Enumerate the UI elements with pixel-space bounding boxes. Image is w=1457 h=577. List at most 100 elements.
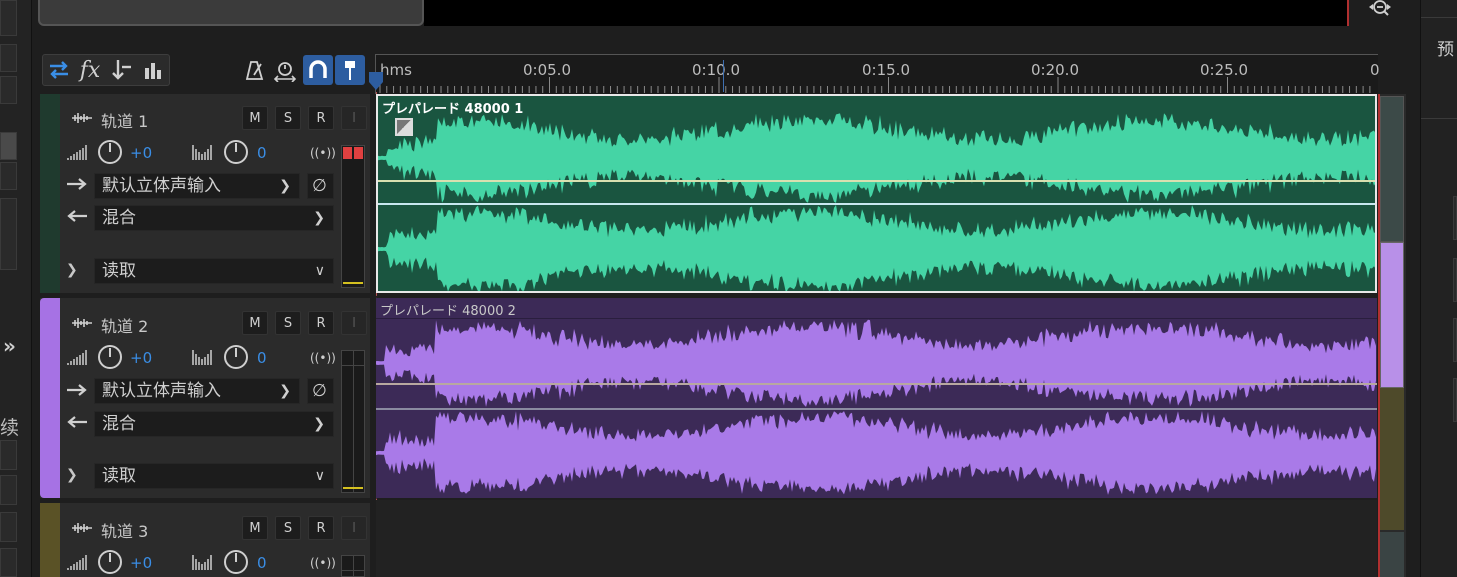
volume-envelope-line[interactable] [378, 180, 1375, 182]
pan-icon [192, 145, 212, 160]
input-output-button[interactable] [107, 55, 137, 85]
snap-magnet-button[interactable] [303, 55, 333, 85]
left-panel-item[interactable] [0, 76, 17, 104]
output-arrow-icon [67, 210, 87, 222]
solo-button[interactable]: S [275, 311, 301, 335]
waveform-shape [376, 411, 1376, 495]
automation-mode-select[interactable]: 读取 ∨ [94, 463, 334, 489]
track-name[interactable]: 轨道 3 [101, 518, 148, 542]
expand-chevron-icon[interactable]: ❯ [66, 262, 78, 278]
effects-button[interactable]: fx [75, 55, 105, 85]
left-panel-item[interactable] [0, 44, 17, 72]
mute-button[interactable]: M [242, 516, 268, 540]
output-select[interactable]: 混合 ❯ [94, 205, 334, 231]
waveform-shape [378, 205, 1375, 291]
invert-phase-button[interactable]: ∅ [307, 378, 334, 404]
presets-label: 预 [1437, 40, 1454, 60]
volume-knob[interactable] [98, 550, 122, 574]
pan-knob[interactable] [224, 140, 248, 164]
right-panel [1420, 0, 1457, 577]
left-panel-item[interactable] [0, 548, 17, 577]
input-select-value: 默认立体声输入 [102, 176, 221, 196]
waveform-left-channel [378, 113, 1375, 203]
marker-pin-button[interactable] [335, 55, 365, 85]
record-arm-button[interactable]: R [308, 106, 334, 130]
broadcast-icon[interactable]: ((•)) [310, 146, 336, 160]
input-monitor-button[interactable]: I [341, 516, 367, 540]
expand-chevron-icon[interactable]: ❯ [66, 467, 78, 483]
record-arm-button[interactable]: R [308, 516, 334, 540]
timeline-end-marker [1378, 94, 1380, 577]
pan-value[interactable]: 0 [257, 554, 267, 572]
left-panel-item[interactable] [0, 0, 17, 36]
metronome-icon [245, 61, 264, 80]
input-monitor-button[interactable]: I [341, 106, 367, 130]
track-color-strip[interactable] [40, 94, 60, 293]
metronome-button[interactable] [240, 55, 270, 85]
track-name[interactable]: 轨道 2 [101, 313, 148, 337]
scroll-thumb[interactable] [1380, 242, 1404, 388]
fx-icon: fx [79, 57, 101, 83]
left-panel-item[interactable] [0, 512, 17, 542]
track-color-strip[interactable] [40, 503, 60, 577]
left-panel-item[interactable] [0, 162, 17, 190]
pan-knob[interactable] [224, 345, 248, 369]
left-panel-item-selected[interactable] [0, 132, 17, 160]
input-select[interactable]: 默认立体声输入 ❯ [94, 378, 300, 404]
mute-button[interactable]: M [242, 311, 268, 335]
automation-mode-select[interactable]: 读取 ∨ [94, 258, 334, 284]
output-select[interactable]: 混合 ❯ [94, 411, 334, 437]
audio-clip-2[interactable]: プレパレード 48000 2 [376, 298, 1377, 498]
solo-button[interactable]: S [275, 106, 301, 130]
pan-knob[interactable] [224, 550, 248, 574]
pan-value[interactable]: 0 [257, 349, 267, 367]
pan-icon [192, 555, 212, 570]
left-panel-item[interactable] [0, 475, 17, 505]
track-level-meter [341, 145, 365, 288]
input-arrow-icon [67, 384, 87, 396]
track-name[interactable]: 轨道 1 [101, 108, 148, 132]
meter-view-button[interactable] [138, 55, 168, 85]
audio-clip-1[interactable]: プレパレード 48000 1 [376, 94, 1377, 293]
automation-mode-value: 读取 [102, 466, 136, 486]
overview-waveform-area[interactable] [424, 0, 1348, 26]
pan-icon [192, 350, 212, 365]
waveform-shape [378, 113, 1375, 203]
broadcast-icon[interactable]: ((•)) [310, 556, 336, 570]
volume-knob[interactable] [98, 345, 122, 369]
track-color-strip[interactable] [40, 298, 60, 498]
magnet-icon [309, 60, 327, 78]
waveform-track-icon [72, 113, 92, 123]
input-monitor-button[interactable]: I [341, 311, 367, 335]
volume-knob[interactable] [98, 140, 122, 164]
playhead-handle-icon[interactable] [368, 72, 384, 92]
switch-arrows-icon [50, 61, 68, 79]
volume-value[interactable]: +0 [130, 144, 152, 162]
waveform-track-icon [72, 318, 92, 328]
empty-track-lane[interactable] [376, 500, 1377, 577]
broadcast-icon[interactable]: ((•)) [310, 351, 336, 365]
collapse-panel-icon[interactable]: » [3, 334, 16, 358]
chevron-right-icon: ❯ [313, 210, 325, 226]
volume-value[interactable]: +0 [130, 349, 152, 367]
loop-timer-button[interactable] [270, 55, 300, 85]
input-select[interactable]: 默认立体声输入 ❯ [94, 173, 300, 199]
invert-phase-button[interactable]: ∅ [307, 173, 334, 199]
switch-arrows-button[interactable] [44, 55, 74, 85]
zoom-out-icon[interactable] [1367, 0, 1393, 20]
solo-button[interactable]: S [275, 516, 301, 540]
waveform-track-icon [72, 523, 92, 533]
volume-envelope-line[interactable] [376, 383, 1377, 385]
timeline-ruler[interactable]: hms 0:05.0 0:10.0 0:15.0 0:20.0 0:25.0 0 [375, 54, 1380, 94]
mute-button[interactable]: M [242, 106, 268, 130]
waveform-shape [376, 319, 1376, 407]
left-panel-item[interactable] [0, 440, 17, 470]
left-panel-item[interactable] [0, 198, 17, 270]
record-arm-button[interactable]: R [308, 311, 334, 335]
volume-value[interactable]: +0 [130, 554, 152, 572]
output-select-value: 混合 [102, 414, 136, 434]
pan-value[interactable]: 0 [257, 144, 267, 162]
vertical-scrollbar[interactable] [1378, 94, 1406, 577]
waveform-right-channel [376, 411, 1376, 495]
left-panel-strip [0, 0, 32, 577]
